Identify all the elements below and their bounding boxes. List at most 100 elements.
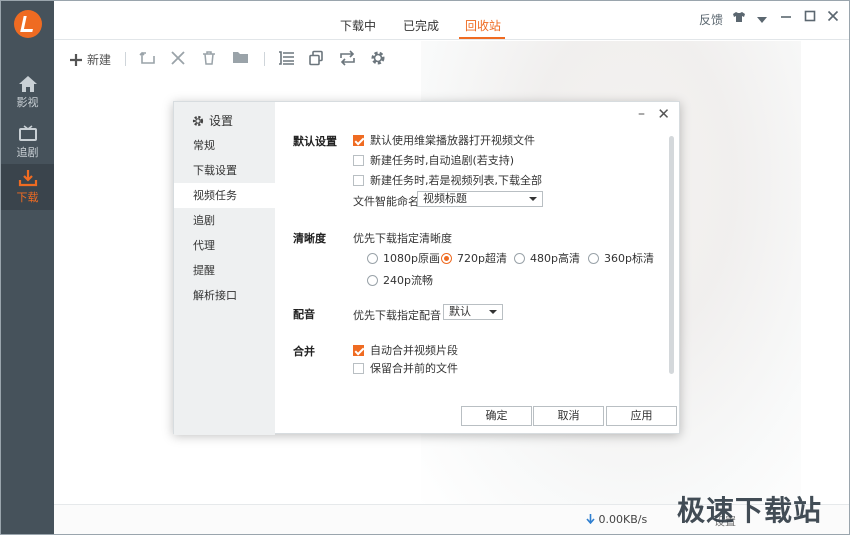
dialog-title-text: 设置 [209,114,234,128]
checkbox[interactable] [353,344,364,356]
close-icon[interactable] [827,10,839,25]
section-dubbing: 配音 [293,308,315,321]
refresh-button[interactable] [339,50,356,72]
app-logo [14,10,42,38]
nav-item-movies-label: 影视 [16,96,39,109]
menu-item-download-settings[interactable]: 下载设置 [174,158,275,183]
dialog-close-icon[interactable]: ✕ [657,105,670,123]
radio-360p[interactable]: 360p标清 [588,250,654,266]
radio-240p[interactable]: 240p流畅 [367,272,433,288]
feedback-link[interactable]: 反馈 [699,11,723,28]
tab-downloading[interactable]: 下载中 [340,17,376,34]
menu-item-video-tasks[interactable]: 视频任务 [174,183,275,208]
nav-item-download[interactable]: 下载 [1,164,54,210]
dialog-minimize-icon[interactable]: – [638,106,645,122]
open-folder-button[interactable] [232,50,249,72]
apply-button[interactable]: 应用 [606,406,677,426]
trash-icon [203,51,215,65]
restore-button[interactable] [139,50,157,72]
sidebar: 影视 追剧 下载 [1,1,54,534]
menu-item-proxy[interactable]: 代理 [174,233,275,258]
nav-item-download-label: 下载 [16,191,39,204]
naming-select-value: 视频标题 [423,192,467,205]
radio[interactable] [514,252,525,264]
new-task-button[interactable]: 新建 [69,51,111,68]
naming-select[interactable]: 视频标题 [417,191,543,207]
home-icon [18,76,37,92]
copy-button[interactable] [308,50,324,72]
list-button[interactable] [278,50,295,72]
menu-item-reminder[interactable]: 提醒 [174,258,275,283]
dubbing-select[interactable]: 默认 [443,304,503,320]
restore-icon [139,51,155,64]
menu-item-general[interactable]: 常规 [174,133,275,158]
cancel-button[interactable]: 取消 [533,406,604,426]
radio[interactable] [367,252,378,264]
x-icon [171,51,185,65]
repeat-icon [340,50,355,66]
option-auto-follow[interactable]: 新建任务时,自动追剧(若支持) [353,152,514,168]
toolbar-divider [264,52,265,66]
chevron-down-icon [489,310,497,314]
checkbox[interactable] [353,362,364,374]
resolution-prompt: 优先下载指定清晰度 [353,232,452,245]
option-default-player[interactable]: 默认使用维棠播放器打开视频文件 [353,132,535,148]
section-merge: 合并 [293,345,315,358]
scrollbar[interactable] [669,136,674,374]
radio-label: 1080p原画 [383,252,440,265]
checkbox[interactable] [353,134,364,146]
tab-recycle-bin[interactable]: 回收站 [465,17,501,34]
tv-icon [18,125,37,141]
trash-button[interactable] [201,50,217,72]
option-label: 保留合并前的文件 [370,362,458,375]
plus-icon [70,53,82,66]
nav-item-series-label: 追剧 [16,146,39,159]
watermark: 极速下载站 [677,494,823,527]
folder-icon [233,52,248,63]
settings-dialog: 设置 常规 下载设置 视频任务 追剧 代理 提醒 解析接口 – ✕ 默认设置 默… [173,101,680,435]
option-download-all[interactable]: 新建任务时,若是视频列表,下载全部 [353,172,542,188]
download-speed: 0.00KB/s [586,513,647,526]
delete-button[interactable] [170,50,186,72]
chevron-down-icon [529,197,537,201]
radio-480p[interactable]: 480p高清 [514,250,580,266]
option-keep-parts[interactable]: 保留合并前的文件 [353,360,458,376]
radio[interactable] [441,252,452,264]
option-label: 新建任务时,自动追剧(若支持) [370,154,515,167]
menu-dropdown-icon[interactable] [757,13,767,27]
tab-completed[interactable]: 已完成 [403,17,439,34]
checkbox[interactable] [353,174,364,186]
ok-button[interactable]: 确定 [461,406,532,426]
radio-label: 360p标清 [604,252,654,265]
toolbar-divider [125,52,126,66]
section-resolution: 清晰度 [293,232,326,245]
settings-menu: 设置 常规 下载设置 视频任务 追剧 代理 提醒 解析接口 [174,102,275,435]
checkbox[interactable] [353,154,364,166]
radio[interactable] [588,252,599,264]
radio-1080p[interactable]: 1080p原画 [367,250,440,266]
naming-label: 文件智能命名 [353,195,419,208]
section-default-settings: 默认设置 [293,135,337,148]
radio-label: 240p流畅 [383,274,433,287]
radio-label: 720p超清 [457,252,507,265]
menu-item-parse-api[interactable]: 解析接口 [174,283,275,308]
minimize-icon[interactable] [780,10,792,25]
app-window: 影视 追剧 下载 下载中 已完成 回收站 反馈 新建 0.00KB/s 设置 极… [0,0,850,535]
nav-item-series[interactable]: 追剧 [1,121,54,165]
list-icon [279,51,294,65]
radio-720p[interactable]: 720p超清 [441,250,507,266]
nav-item-movies[interactable]: 影视 [1,71,54,115]
new-task-label: 新建 [87,53,112,67]
radio[interactable] [367,274,378,286]
arrow-down-icon [586,514,595,525]
option-label: 新建任务时,若是视频列表,下载全部 [370,174,542,187]
settings-button[interactable] [370,50,386,72]
download-speed-value: 0.00KB/s [598,513,648,526]
dialog-title: 设置 [192,112,233,129]
maximize-icon[interactable] [804,10,816,25]
copy-icon [309,50,323,66]
option-label: 自动合并视频片段 [370,344,458,357]
menu-item-series[interactable]: 追剧 [174,208,275,233]
option-auto-merge[interactable]: 自动合并视频片段 [353,342,458,358]
skin-icon[interactable] [732,11,746,26]
